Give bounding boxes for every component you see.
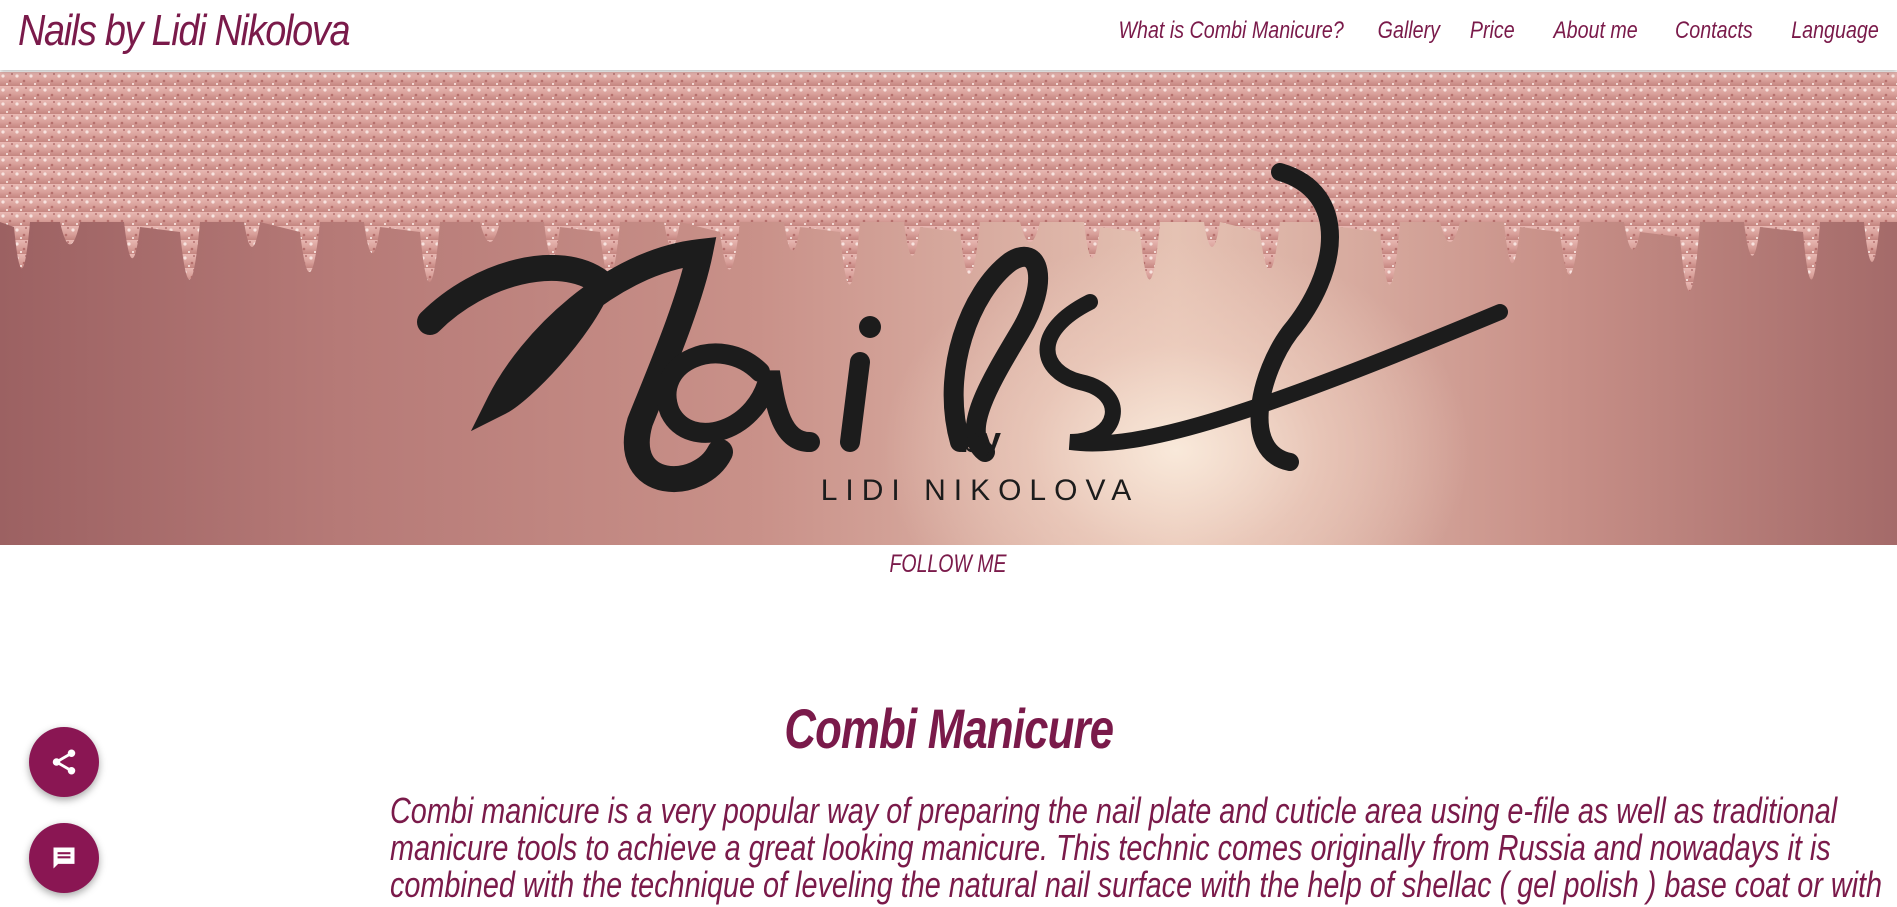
main-nav: What is Combi Manicure? Gallery Price Ab… (1071, 0, 1879, 62)
nav-about-me[interactable]: About me (1553, 17, 1637, 45)
intro-line: Combi manicure is a very popular way of … (390, 790, 1838, 831)
page-title: Combi Manicure (0, 696, 1897, 761)
intro-line: combined with the technique of leveling … (390, 864, 1883, 905)
share-button[interactable] (29, 727, 99, 797)
nav-price[interactable]: Price (1470, 17, 1515, 45)
follow-me-label: FOLLOW ME (889, 550, 1007, 578)
share-icon (52, 749, 76, 775)
intro-paragraph: Combi manicure is a very popular way of … (250, 790, 1883, 905)
site-header: Nails by Lidi Nikolova What is Combi Man… (0, 0, 1897, 70)
page-title-text: Combi Manicure (784, 697, 1114, 760)
site-title[interactable]: Nails by Lidi Nikolova (18, 6, 351, 56)
hero-logo-by: by (959, 419, 1001, 460)
nav-contacts[interactable]: Contacts (1675, 17, 1753, 45)
hero-logo-name: LIDI NIKOLOVA (821, 474, 1140, 507)
hero-logo-image: by LIDI NIKOLOVA (0, 72, 1897, 507)
follow-me-link[interactable]: FOLLOW ME (0, 550, 1897, 579)
nav-gallery[interactable]: Gallery (1378, 17, 1440, 45)
nav-language[interactable]: Language (1791, 17, 1879, 45)
chat-button[interactable] (29, 823, 99, 893)
intro-line: manicure tools to achieve a great lookin… (390, 827, 1831, 868)
hero-banner: by LIDI NIKOLOVA (0, 72, 1897, 545)
nav-what-is-combi-manicure[interactable]: What is Combi Manicure? (1119, 17, 1344, 45)
chat-icon (53, 847, 75, 869)
